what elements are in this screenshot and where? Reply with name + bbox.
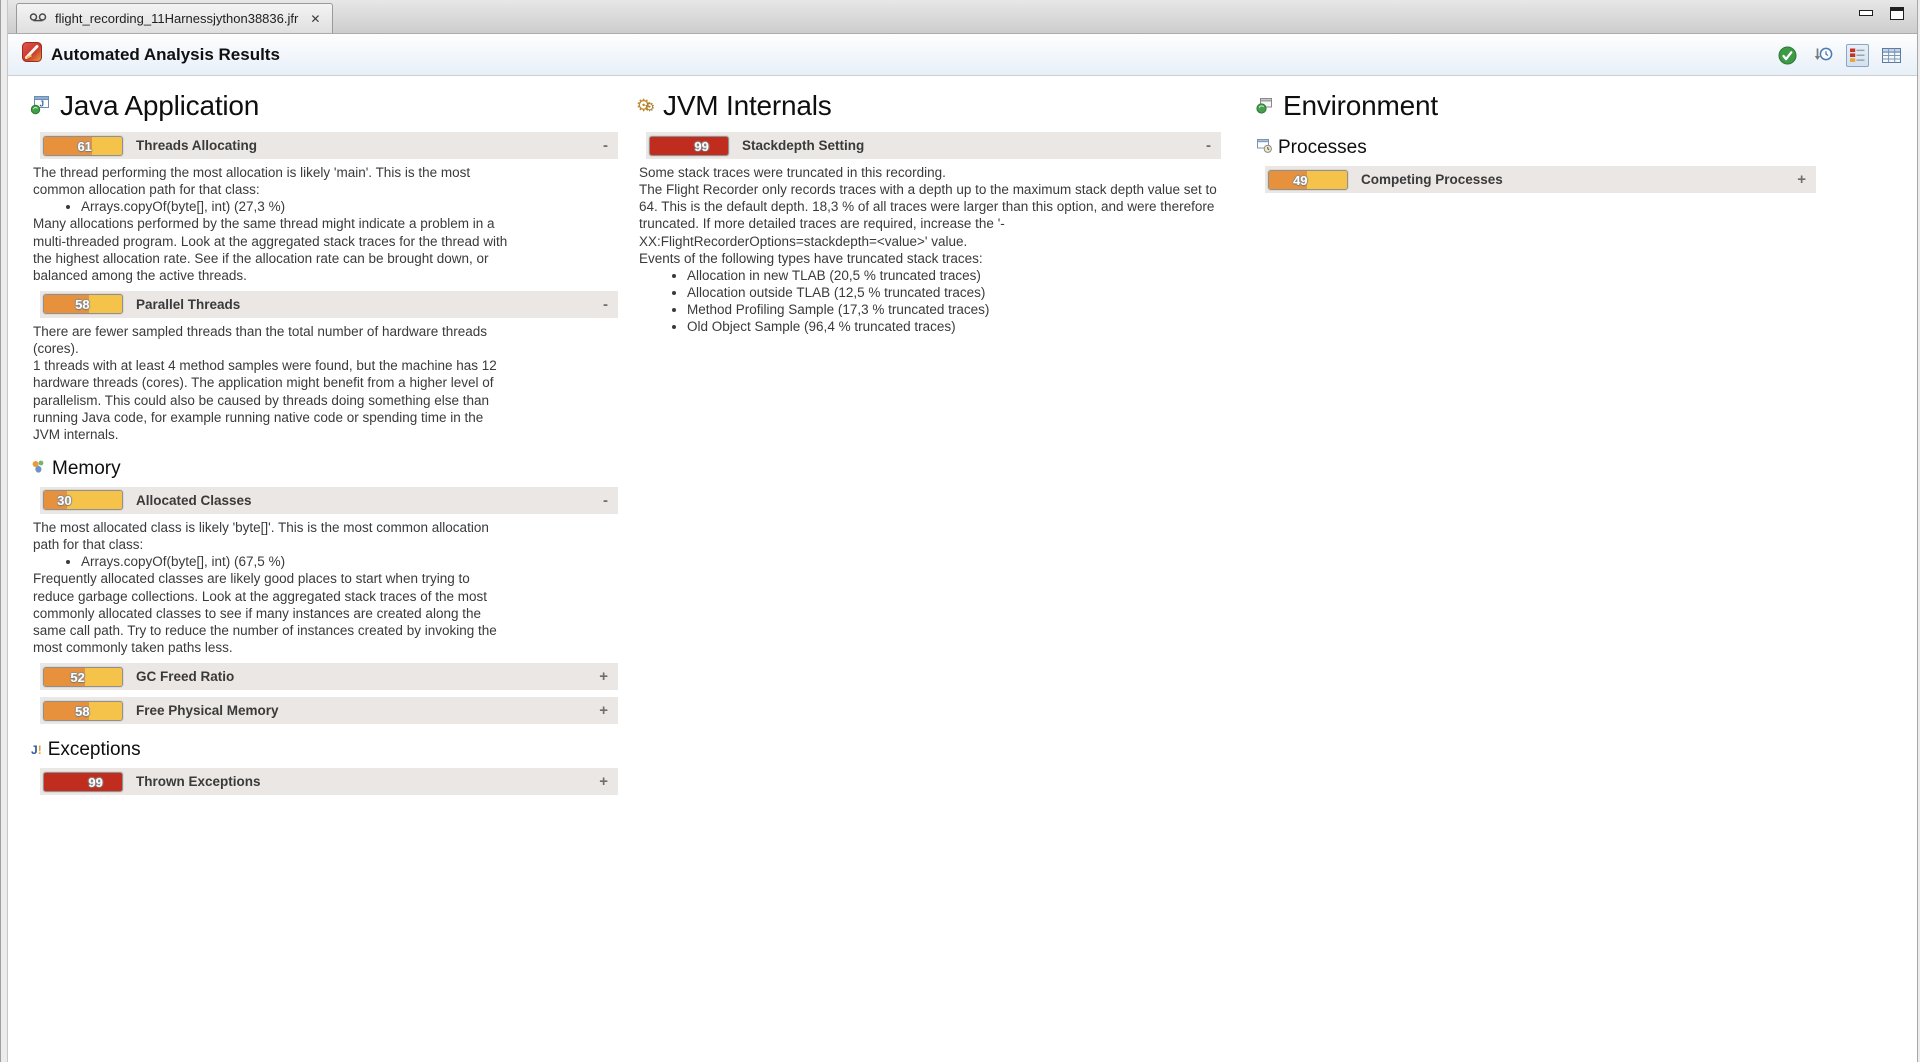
collapse-toggle[interactable]: - <box>1206 137 1211 154</box>
description-text: The Flight Recorder only records traces … <box>639 181 1217 250</box>
group-heading-processes: Processes <box>1256 137 1875 159</box>
expand-toggle[interactable]: + <box>599 702 608 719</box>
result-label: Competing Processes <box>1361 172 1503 187</box>
result-row-free-physical-memory[interactable]: 58 Free Physical Memory + <box>40 697 618 724</box>
score-badge: 58 <box>43 701 123 721</box>
result-label: Parallel Threads <box>136 297 240 312</box>
result-row-threads-allocating[interactable]: 61 Threads Allocating - <box>40 132 618 159</box>
description-bullet: Allocation in new TLAB (20,5 % truncated… <box>687 267 1217 284</box>
collapse-toggle[interactable]: - <box>603 137 608 154</box>
flight-recording-icon <box>29 11 47 26</box>
svg-text:J: J <box>40 100 44 109</box>
group-title: Memory <box>52 458 121 480</box>
column-heading: J Java Application <box>30 90 618 122</box>
environment-icon <box>1255 90 1274 122</box>
result-row-allocated-classes[interactable]: 30 Allocated Classes - <box>40 487 618 514</box>
description-bullet: Arrays.copyOf(byte[], int) (27,3 %) <box>81 198 511 215</box>
score-badge: 52 <box>43 667 123 687</box>
score-badge: 99 <box>649 136 729 156</box>
group-heading-exceptions: J! Exceptions <box>31 739 618 761</box>
result-description: Some stack traces were truncated in this… <box>639 164 1217 335</box>
description-text: 1 threads with at least 4 method samples… <box>33 357 511 443</box>
result-description: The thread performing the most allocatio… <box>33 164 511 284</box>
expand-toggle[interactable]: + <box>599 773 608 790</box>
jvm-internals-icon: ⚙⚙ <box>636 96 648 116</box>
processes-icon <box>1256 137 1272 159</box>
result-label: Thrown Exceptions <box>136 774 261 789</box>
column-title: Java Application <box>60 90 259 122</box>
expand-toggle[interactable]: + <box>599 668 608 685</box>
automated-analysis-icon <box>22 42 42 67</box>
result-row-competing-processes[interactable]: 49 Competing Processes + <box>1265 166 1816 193</box>
column-heading: Environment <box>1255 90 1875 122</box>
collapse-toggle[interactable]: - <box>603 296 608 313</box>
exceptions-icon: J! <box>31 743 42 757</box>
description-bullet: Method Profiling Sample (17,3 % truncate… <box>687 301 1217 318</box>
score-badge: 49 <box>1268 170 1348 190</box>
ignore-clock-button[interactable] <box>1810 43 1836 68</box>
column-java-application: J Java Application 61 Threads Allocating… <box>30 90 618 800</box>
score-badge: 30 <box>43 490 123 510</box>
result-label: Allocated Classes <box>136 493 252 508</box>
group-title: Exceptions <box>48 739 141 761</box>
result-row-gc-freed-ratio[interactable]: 52 GC Freed Ratio + <box>40 663 618 690</box>
description-bullet: Allocation outside TLAB (12,5 % truncate… <box>687 284 1217 301</box>
collapse-toggle[interactable]: - <box>603 492 608 509</box>
result-label: Threads Allocating <box>136 138 257 153</box>
column-environment: Environment Processes 49 Competing Proce… <box>1255 90 1875 198</box>
column-title: JVM Internals <box>663 90 832 122</box>
result-row-parallel-threads[interactable]: 58 Parallel Threads - <box>40 291 618 318</box>
page-title: Automated Analysis Results <box>51 45 280 65</box>
column-title: Environment <box>1283 90 1438 122</box>
editor-tab-bar: flight_recording_11Harnessjython38836.jf… <box>8 0 1920 34</box>
description-text: Many allocations performed by the same t… <box>33 215 511 284</box>
description-text: Frequently allocated classes are likely … <box>33 570 511 656</box>
form-header: Automated Analysis Results <box>8 34 1920 76</box>
tab-flight-recording[interactable]: flight_recording_11Harnessjython38836.jf… <box>16 3 333 33</box>
group-heading-memory: Memory <box>31 458 618 480</box>
table-view-button[interactable] <box>1879 45 1904 66</box>
ok-results-button[interactable] <box>1775 43 1800 68</box>
description-bullet: Old Object Sample (96,4 % truncated trac… <box>687 318 1217 335</box>
window-controls <box>1859 7 1904 20</box>
report-view-button[interactable] <box>1846 44 1869 67</box>
column-jvm-internals: ⚙⚙ JVM Internals 99 Stackdepth Setting -… <box>636 90 1221 335</box>
expand-toggle[interactable]: + <box>1797 171 1806 188</box>
result-label: Stackdepth Setting <box>742 138 864 153</box>
java-application-icon: J <box>30 90 51 122</box>
score-badge: 58 <box>43 294 123 314</box>
description-text: Some stack traces were truncated in this… <box>639 164 1217 181</box>
result-row-thrown-exceptions[interactable]: 99 Thrown Exceptions + <box>40 768 618 795</box>
maximize-icon[interactable] <box>1890 7 1904 20</box>
tab-close-icon[interactable]: ✕ <box>310 12 320 26</box>
memory-icon <box>31 458 46 480</box>
tab-title: flight_recording_11Harnessjython38836.jf… <box>55 11 298 26</box>
description-bullet: Arrays.copyOf(byte[], int) (67,5 %) <box>81 553 511 570</box>
result-label: GC Freed Ratio <box>136 669 234 684</box>
window-left-edge <box>0 0 8 1062</box>
result-row-stackdepth-setting[interactable]: 99 Stackdepth Setting - <box>646 132 1221 159</box>
group-title: Processes <box>1278 137 1367 159</box>
result-description: The most allocated class is likely 'byte… <box>33 519 511 656</box>
result-description: There are fewer sampled threads than the… <box>33 323 511 443</box>
score-badge: 99 <box>43 772 123 792</box>
description-text: There are fewer sampled threads than the… <box>33 323 511 357</box>
column-heading: ⚙⚙ JVM Internals <box>636 90 1221 122</box>
header-actions <box>1775 34 1904 76</box>
minimize-icon[interactable] <box>1859 10 1873 16</box>
description-text: The thread performing the most allocatio… <box>33 164 511 198</box>
analysis-report: J Java Application 61 Threads Allocating… <box>8 76 1920 800</box>
description-text: Events of the following types have trunc… <box>639 250 1217 267</box>
result-label: Free Physical Memory <box>136 703 279 718</box>
score-badge: 61 <box>43 136 123 156</box>
description-text: The most allocated class is likely 'byte… <box>33 519 511 553</box>
